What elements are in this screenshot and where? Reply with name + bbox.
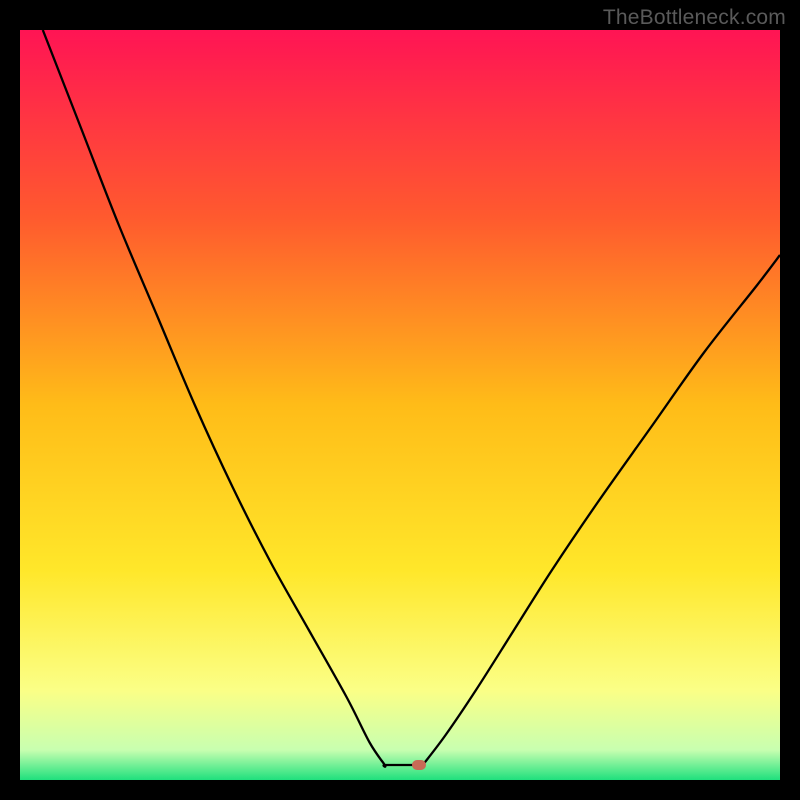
- chart-svg: [20, 30, 780, 780]
- watermark-text: TheBottleneck.com: [603, 6, 786, 30]
- optimal-marker: [412, 760, 426, 770]
- bottleneck-chart: [20, 30, 780, 780]
